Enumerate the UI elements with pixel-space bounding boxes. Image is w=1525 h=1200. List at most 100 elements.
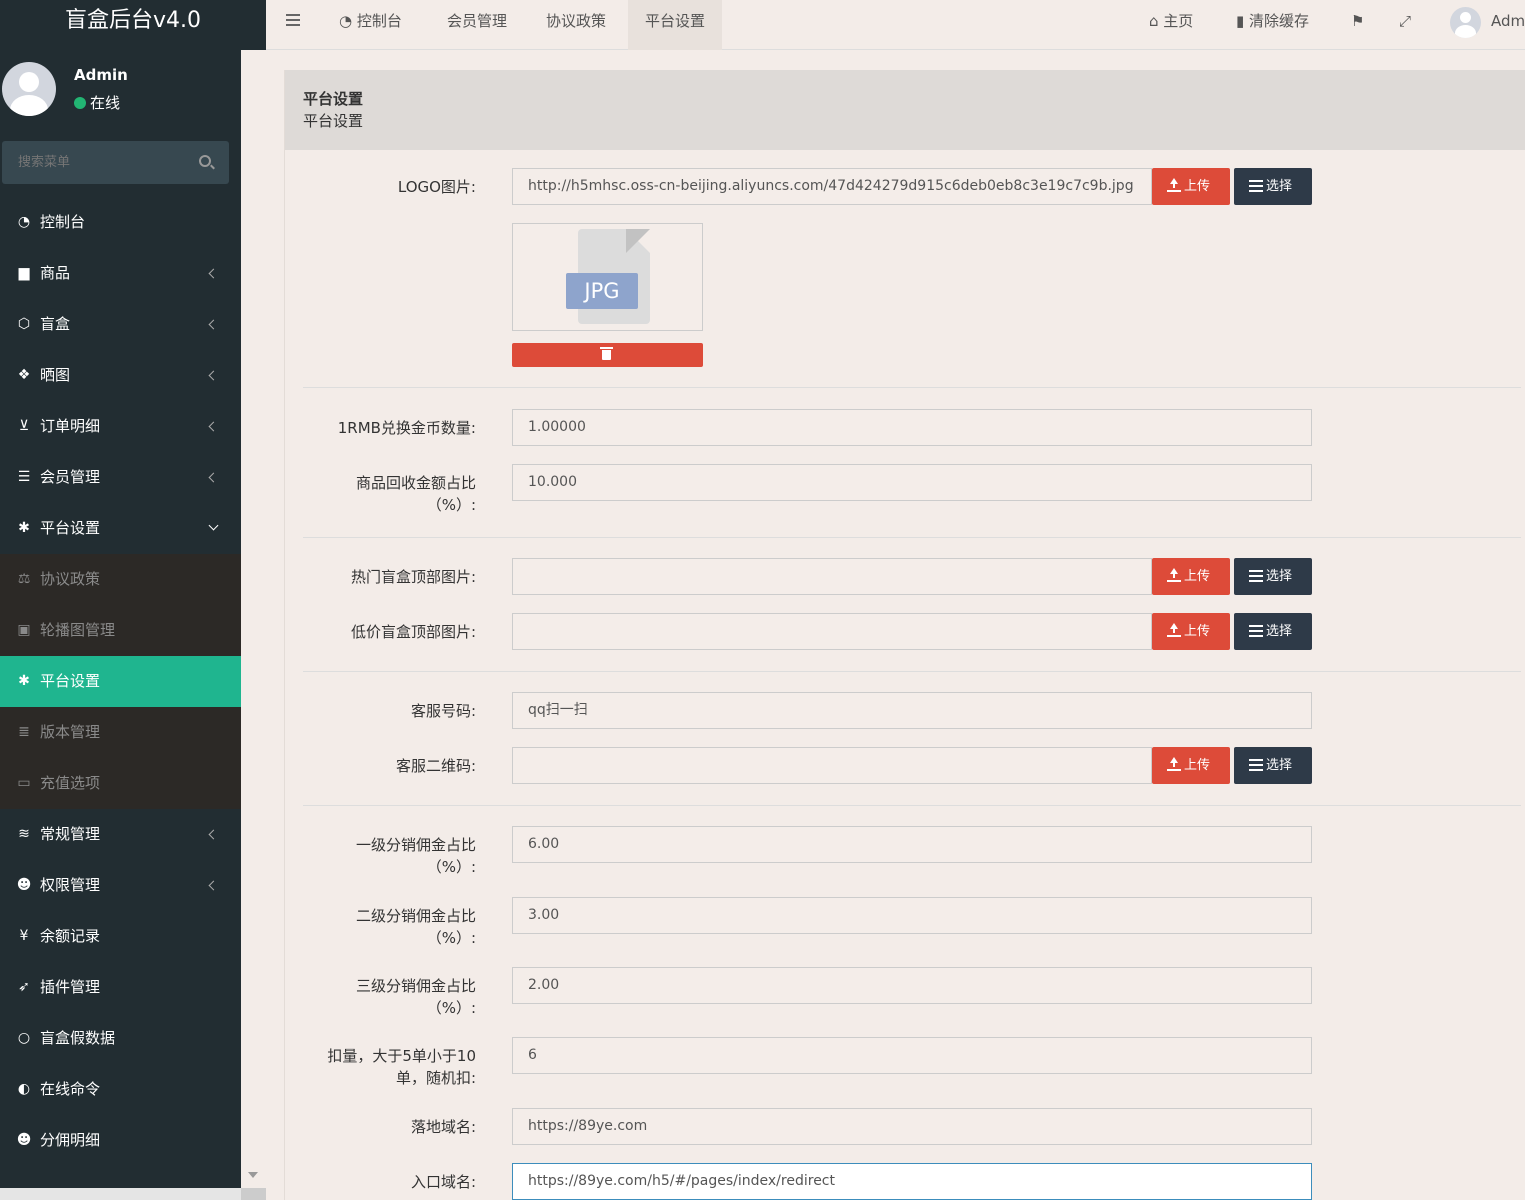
clear-cache-button[interactable]: ▮ 清除缓存 <box>1236 0 1309 42</box>
divider <box>303 387 1521 388</box>
sidebar-item-showcase[interactable]: ❖ 晒图 <box>0 350 241 401</box>
landing-input[interactable]: https://89ye.com <box>512 1108 1312 1145</box>
circle-icon: ○ <box>17 1030 31 1046</box>
level3-input[interactable]: 2.00 <box>512 967 1312 1004</box>
brand-logo[interactable]: 盲盒后台v4.0 <box>0 0 266 50</box>
scrollbar-corner <box>241 1188 266 1200</box>
top-navbar: ◔ 控制台 会员管理 协议政策 平台设置 ⌂ 主页 ▮ 清除缓存 ⚑ ⤢ Adm <box>266 0 1525 50</box>
hot-top-choose-button[interactable]: 选择 <box>1234 558 1312 595</box>
jpg-file-badge: JPG <box>566 273 638 309</box>
settings-panel: 平台设置 平台设置 LOGO图片: http://h5mhsc.oss-cn-b… <box>284 70 1525 1200</box>
logo-delete-button[interactable] <box>512 343 703 367</box>
sidebar-subitem-banner[interactable]: ▣ 轮播图管理 <box>0 605 241 656</box>
sidebar-item-blindbox[interactable]: ⬡ 盲盒 <box>0 299 241 350</box>
tab-platform[interactable]: 平台设置 <box>628 0 723 50</box>
list-icon <box>1249 180 1263 192</box>
chevron-left-icon <box>208 370 219 381</box>
language-icon[interactable]: ⚑ <box>1351 0 1364 42</box>
sidebar-item-platform[interactable]: ✱ 平台设置 <box>0 503 241 554</box>
user-panel: Admin 在线 <box>0 58 241 128</box>
level1-input[interactable]: 6.00 <box>512 826 1312 863</box>
gear-icon: ✱ <box>18 673 30 689</box>
logo-input[interactable]: http://h5mhsc.oss-cn-beijing.aliyuncs.co… <box>512 168 1152 205</box>
sidebar-item-goods[interactable]: ▆ 商品 <box>0 248 241 299</box>
dropbox-icon: ❖ <box>17 367 31 383</box>
scroll-down-arrow-icon[interactable] <box>248 1172 258 1178</box>
cheap-top-upload-button[interactable]: 上传 <box>1152 613 1230 650</box>
top-avatar[interactable] <box>1450 7 1481 38</box>
sidebar: Admin 在线 ◔控制台 ▆商品 ⬡盲盒 ❖晒图 ⊻订单明细 ☰会员管理 ✱平… <box>0 0 241 1200</box>
search-input[interactable] <box>2 141 192 184</box>
tab-dashboard[interactable]: ◔ 控制台 <box>322 0 419 50</box>
hot-top-input[interactable] <box>512 558 1152 595</box>
home-link[interactable]: ⌂ 主页 <box>1149 0 1193 42</box>
service-qr-input[interactable] <box>512 747 1152 784</box>
list-icon <box>1249 570 1263 582</box>
recycle-input[interactable]: 10.000 <box>512 464 1312 501</box>
sidebar-item-commission[interactable]: ☻ 分佣明细 <box>0 1115 241 1166</box>
level2-label: 二级分销佣金占比（%）: <box>355 907 476 947</box>
top-user-name[interactable]: Adm <box>1491 0 1525 42</box>
level2-input[interactable]: 3.00 <box>512 897 1312 934</box>
sidebar-subitem-recharge[interactable]: ▭ 充值选项 <box>0 758 241 809</box>
dashboard-icon: ◔ <box>17 214 31 230</box>
logo-preview[interactable]: JPG <box>512 223 703 331</box>
divider <box>303 537 1521 538</box>
sidebar-subitem-agreement[interactable]: ⚖ 协议政策 <box>0 554 241 605</box>
menu-toggle-icon[interactable] <box>286 14 300 26</box>
hot-top-upload-button[interactable]: 上传 <box>1152 558 1230 595</box>
search-icon[interactable] <box>199 155 211 167</box>
level1-label: 一级分销佣金占比（%）: <box>355 836 476 876</box>
recycle-label: 商品回收金额占比（%）: <box>355 474 476 514</box>
chevron-left-icon <box>208 829 219 840</box>
sidebar-item-members[interactable]: ☰ 会员管理 <box>0 452 241 503</box>
upload-icon <box>1167 623 1181 637</box>
platform-submenu: ⚖ 协议政策 ▣ 轮播图管理 ✱ 平台设置 ≣ 版本管理 ▭ 充值选项 <box>0 554 241 809</box>
entry-label: 入口域名: <box>410 1173 476 1191</box>
chevron-left-icon <box>208 319 219 330</box>
trash-icon <box>600 347 613 360</box>
divider <box>303 671 1521 672</box>
service-qr-upload-button[interactable]: 上传 <box>1152 747 1230 784</box>
dashboard-icon: ◔ <box>339 12 357 30</box>
chevron-left-icon <box>208 268 219 279</box>
users-icon: ☻ <box>16 1132 32 1148</box>
level3-label: 三级分销佣金占比（%）: <box>355 977 476 1017</box>
sidebar-item-orders[interactable]: ⊻ 订单明细 <box>0 401 241 452</box>
fullscreen-icon[interactable]: ⤢ <box>1399 0 1411 42</box>
sidebar-subitem-platform[interactable]: ✱ 平台设置 <box>0 656 241 707</box>
sidebar-item-command[interactable]: ◐ 在线命令 <box>0 1064 241 1115</box>
entry-input[interactable]: https://89ye.com/h5/#/pages/index/redire… <box>512 1163 1312 1200</box>
sidebar-horizontal-scrollbar[interactable] <box>0 1188 241 1200</box>
yen-icon: ¥ <box>19 928 29 944</box>
sidebar-menu: ◔ 控制台 ▆ 商品 ⬡ 盲盒 ❖ 晒图 ⊻ 订单明细 ☰ 会员管理 ✱ 平台设置 ⚖ 协议政策… <box>0 197 241 1166</box>
sidebar-item-general[interactable]: ≋ 常规管理 <box>0 809 241 860</box>
service-qr-choose-button[interactable]: 选择 <box>1234 747 1312 784</box>
cart-icon: ⊻ <box>18 418 30 434</box>
chevron-down-icon <box>208 520 219 531</box>
service-no-label: 客服号码: <box>410 702 476 720</box>
gear-icon: ✱ <box>18 520 30 536</box>
upload-icon <box>1167 568 1181 582</box>
sidebar-item-auth[interactable]: ☻ 权限管理 <box>0 860 241 911</box>
tab-agreement[interactable]: 协议政策 <box>529 0 623 50</box>
service-no-input[interactable]: qq扫一扫 <box>512 692 1312 729</box>
rate-input[interactable]: 1.00000 <box>512 409 1312 446</box>
sidebar-subitem-version[interactable]: ≣ 版本管理 <box>0 707 241 758</box>
sidebar-search <box>2 141 229 184</box>
sidebar-item-fakedata[interactable]: ○ 盲盒假数据 <box>0 1013 241 1064</box>
list-icon: ☰ <box>17 469 31 485</box>
landing-label: 落地域名: <box>410 1118 476 1136</box>
sidebar-item-balance[interactable]: ¥ 余额记录 <box>0 911 241 962</box>
divider <box>303 805 1521 806</box>
deduct-input[interactable]: 6 <box>512 1037 1312 1074</box>
users-icon: ☻ <box>16 877 32 893</box>
tab-members[interactable]: 会员管理 <box>430 0 524 50</box>
sidebar-item-plugins[interactable]: ➶ 插件管理 <box>0 962 241 1013</box>
cheap-top-choose-button[interactable]: 选择 <box>1234 613 1312 650</box>
logo-choose-button[interactable]: 选择 <box>1234 168 1312 205</box>
cheap-top-input[interactable] <box>512 613 1152 650</box>
sidebar-item-dashboard[interactable]: ◔ 控制台 <box>0 197 241 248</box>
logo-upload-button[interactable]: 上传 <box>1152 168 1230 205</box>
chevron-left-icon <box>208 421 219 432</box>
